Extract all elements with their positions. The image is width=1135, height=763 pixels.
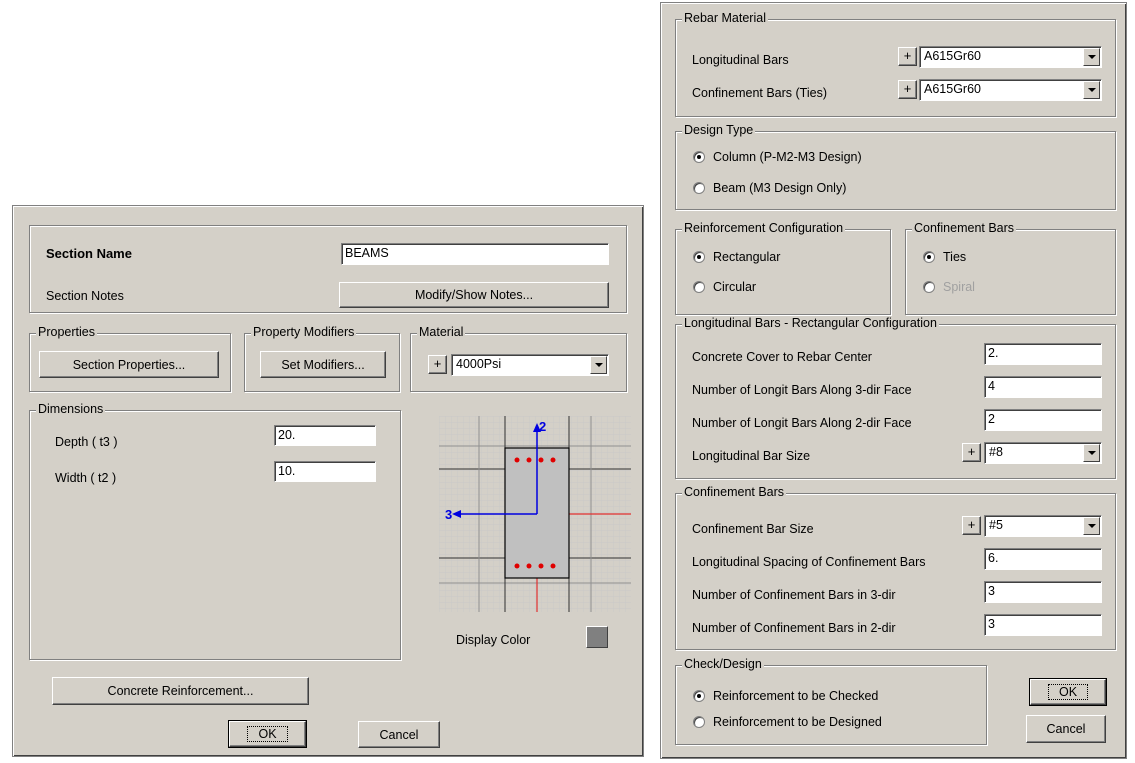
confinement-ties-add-button[interactable]: +: [898, 80, 917, 99]
chevron-down-icon[interactable]: [590, 356, 607, 374]
material-group: Material + 4000Psi: [410, 325, 627, 392]
conf-spacing-input[interactable]: 6.: [984, 548, 1102, 570]
conf-bar-size-value: #5: [989, 518, 1003, 532]
material-add-button[interactable]: +: [428, 355, 447, 374]
properties-legend: Properties: [36, 325, 97, 339]
modifiers-legend: Property Modifiers: [251, 325, 357, 339]
design-type-group: Design Type Column (P-M2-M3 Design) Beam…: [675, 123, 1116, 210]
design-type-legend: Design Type: [682, 123, 756, 137]
cover-input[interactable]: 2.: [984, 343, 1102, 365]
reinforcement-designed-radio[interactable]: Reinforcement to be Designed: [693, 715, 882, 729]
longitudinal-bars-value: A615Gr60: [924, 49, 981, 63]
longitudinal-bars-select[interactable]: A615Gr60: [919, 46, 1102, 68]
bars-2dir-input[interactable]: 2: [984, 409, 1102, 431]
properties-group: Properties Section Properties...: [29, 325, 231, 392]
bars-2dir-label: Number of Longit Bars Along 2-dir Face: [692, 416, 912, 430]
conf-bar-size-select[interactable]: #5: [984, 515, 1102, 537]
chevron-down-icon[interactable]: [1083, 48, 1100, 66]
axis-2-label: 2: [539, 419, 546, 434]
config-rectangular-radio[interactable]: Rectangular: [693, 250, 780, 264]
conf-bar-size-label: Confinement Bar Size: [692, 522, 814, 536]
confinement-bars-group: Confinement Bars Confinement Bar Size + …: [675, 485, 1116, 650]
display-color-label: Display Color: [456, 633, 531, 647]
confinement-ties-label: Confinement Bars (Ties): [692, 86, 827, 100]
conf-3dir-label: Number of Confinement Bars in 3-dir: [692, 588, 896, 602]
bars-3dir-input[interactable]: 4: [984, 376, 1102, 398]
config-circular-radio[interactable]: Circular: [693, 280, 756, 294]
spiral-radio: Spiral: [923, 280, 975, 294]
conf-2dir-input[interactable]: 3: [984, 614, 1102, 636]
check-design-legend: Check/Design: [682, 657, 764, 671]
conf-spacing-label: Longitudinal Spacing of Confinement Bars: [692, 555, 926, 569]
long-bar-size-value: #8: [989, 445, 1003, 459]
long-bar-size-add-button[interactable]: +: [962, 443, 981, 462]
ok-button[interactable]: OK: [228, 720, 307, 748]
chevron-down-icon[interactable]: [1083, 444, 1100, 462]
section-preview-graphic: 2 3: [439, 416, 631, 612]
width-label: Width ( t2 ): [55, 471, 117, 485]
reinforcement-data-dialog: Rebar Material Longitudinal Bars + A615G…: [660, 2, 1127, 759]
section-name-input[interactable]: BEAMS: [341, 243, 609, 265]
design-column-label: Column (P-M2-M3 Design): [713, 150, 862, 164]
ties-radio[interactable]: Ties: [923, 250, 966, 264]
frame-section-dialog: Section Name BEAMS Section Notes Modify/…: [12, 205, 644, 757]
ok-button-label: OK: [1047, 684, 1089, 700]
longitudinal-rect-group: Longitudinal Bars - Rectangular Configur…: [675, 316, 1116, 479]
spiral-label: Spiral: [943, 280, 975, 294]
longitudinal-bars-label: Longitudinal Bars: [692, 53, 789, 67]
material-legend: Material: [417, 325, 466, 339]
depth-input[interactable]: 20.: [274, 425, 376, 446]
section-notes-label: Section Notes: [46, 289, 124, 303]
section-name-label: Section Name: [46, 246, 132, 261]
rebar-material-group: Rebar Material Longitudinal Bars + A615G…: [675, 11, 1116, 117]
conf-bars-legend: Confinement Bars: [682, 485, 787, 499]
property-modifiers-group: Property Modifiers Set Modifiers...: [244, 325, 400, 392]
config-rectangular-label: Rectangular: [713, 250, 781, 264]
confinement-legend: Confinement Bars: [912, 221, 1017, 235]
rebar-material-legend: Rebar Material: [682, 11, 768, 25]
conf-bar-size-add-button[interactable]: +: [962, 516, 981, 535]
ok-button-label: OK: [247, 726, 288, 742]
cover-label: Concrete Cover to Rebar Center: [692, 350, 872, 364]
width-input[interactable]: 10.: [274, 461, 376, 482]
ties-label: Ties: [943, 250, 967, 264]
material-value: 4000Psi: [456, 357, 502, 371]
reinf-config-legend: Reinforcement Configuration: [682, 221, 846, 235]
conf-2dir-label: Number of Confinement Bars in 2-dir: [692, 621, 896, 635]
longitudinal-bars-add-button[interactable]: +: [898, 47, 917, 66]
confinement-ties-select[interactable]: A615Gr60: [919, 79, 1102, 101]
reinforcement-config-group: Reinforcement Configuration Rectangular …: [675, 221, 891, 315]
ok-button[interactable]: OK: [1029, 678, 1107, 706]
chevron-down-icon[interactable]: [1083, 517, 1100, 535]
reinforcement-checked-label: Reinforcement to be Checked: [713, 689, 879, 703]
material-select[interactable]: 4000Psi: [451, 354, 609, 376]
depth-label: Depth ( t3 ): [55, 435, 118, 449]
cancel-button[interactable]: Cancel: [1026, 715, 1106, 743]
concrete-reinforcement-button[interactable]: Concrete Reinforcement...: [52, 677, 309, 705]
reinforcement-designed-label: Reinforcement to be Designed: [713, 715, 882, 729]
modify-notes-button[interactable]: Modify/Show Notes...: [339, 282, 609, 308]
axis-3-label: 3: [445, 507, 452, 522]
cancel-button[interactable]: Cancel: [358, 721, 440, 748]
design-column-radio[interactable]: Column (P-M2-M3 Design): [693, 150, 862, 164]
check-design-group: Check/Design Reinforcement to be Checked…: [675, 657, 987, 745]
dimensions-group: Dimensions Depth ( t3 ) 20. Width ( t2 )…: [29, 402, 401, 660]
config-circular-label: Circular: [713, 280, 757, 294]
dimensions-legend: Dimensions: [36, 402, 106, 416]
bars-3dir-label: Number of Longit Bars Along 3-dir Face: [692, 383, 912, 397]
long-bar-size-label: Longitudinal Bar Size: [692, 449, 811, 463]
chevron-down-icon[interactable]: [1083, 81, 1100, 99]
set-modifiers-button[interactable]: Set Modifiers...: [260, 351, 386, 378]
section-name-group: Section Name BEAMS Section Notes Modify/…: [29, 225, 627, 313]
long-bar-size-select[interactable]: #8: [984, 442, 1102, 464]
section-properties-button[interactable]: Section Properties...: [39, 351, 219, 378]
conf-3dir-input[interactable]: 3: [984, 581, 1102, 603]
design-beam-radio[interactable]: Beam (M3 Design Only): [693, 181, 846, 195]
reinforcement-checked-radio[interactable]: Reinforcement to be Checked: [693, 689, 878, 703]
confinement-ties-value: A615Gr60: [924, 82, 981, 96]
design-beam-label: Beam (M3 Design Only): [713, 181, 847, 195]
confinement-type-group: Confinement Bars Ties Spiral: [905, 221, 1116, 315]
long-rect-legend: Longitudinal Bars - Rectangular Configur…: [682, 316, 939, 330]
display-color-swatch[interactable]: [586, 626, 608, 648]
